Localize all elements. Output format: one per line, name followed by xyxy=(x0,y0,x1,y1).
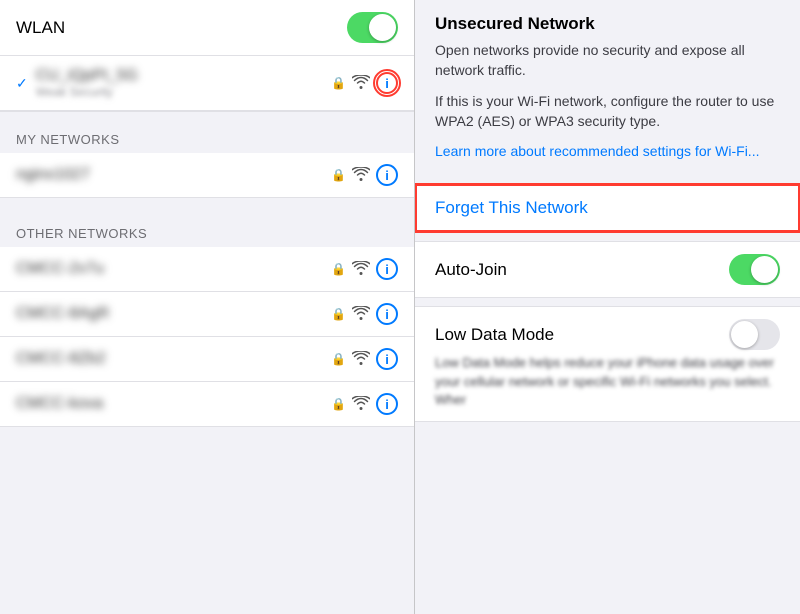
lock-icon-my-0: 🔒 xyxy=(331,168,346,182)
other-network-icons-1: 🔒 i xyxy=(331,303,398,325)
spacer-1 xyxy=(0,198,414,206)
learn-more-link[interactable]: Learn more about recommended settings fo… xyxy=(435,143,759,159)
wifi-icon-other-1 xyxy=(352,306,370,323)
other-network-name-1: CMCC-8AgR xyxy=(16,305,109,323)
other-network-name-0: CMCC-2v7u xyxy=(16,260,104,278)
info-button-other-0[interactable]: i xyxy=(376,258,398,280)
other-network-row-2[interactable]: CMCC-8Zb2 🔒 i xyxy=(0,337,414,382)
current-network-section: ✓ CU_iQpPt_5G Weak Security 🔒 i xyxy=(0,56,414,112)
current-network-row[interactable]: ✓ CU_iQpPt_5G Weak Security 🔒 i xyxy=(0,56,414,111)
other-network-row-3[interactable]: CMCC-kova 🔒 i xyxy=(0,382,414,427)
lock-icon-other-0: 🔒 xyxy=(331,262,346,276)
checkmark-icon: ✓ xyxy=(16,75,28,92)
my-network-icons-0: 🔒 i xyxy=(331,164,398,186)
wifi-icon-other-0 xyxy=(352,261,370,278)
spacer-right xyxy=(415,298,800,306)
wifi-icon xyxy=(352,75,370,92)
wlan-toggle[interactable] xyxy=(347,12,398,43)
network-description-1: Open networks provide no security and ex… xyxy=(435,40,780,81)
right-panel: Unsecured Network Open networks provide … xyxy=(415,0,800,614)
lock-icon-other-2: 🔒 xyxy=(331,352,346,366)
current-network-name: CU_iQpPt_5G xyxy=(36,67,138,85)
wlan-section: WLAN xyxy=(0,0,414,56)
my-networks-header: MY NETWORKS xyxy=(0,112,414,153)
forget-network-button[interactable]: Forget This Network xyxy=(415,184,800,232)
low-data-description: Low Data Mode helps reduce your iPhone d… xyxy=(435,354,780,409)
other-network-name-3: CMCC-kova xyxy=(16,395,103,413)
auto-join-toggle[interactable] xyxy=(729,254,780,285)
wifi-icon-other-2 xyxy=(352,351,370,368)
lock-icon: 🔒 xyxy=(331,76,346,90)
wifi-icon-other-3 xyxy=(352,396,370,413)
info-button-my-0[interactable]: i xyxy=(376,164,398,186)
lock-icon-other-1: 🔒 xyxy=(331,307,346,321)
my-network-name-0: nginx1027 xyxy=(16,166,331,184)
other-network-row-0[interactable]: CMCC-2v7u 🔒 i xyxy=(0,247,414,292)
low-data-row-top: Low Data Mode xyxy=(435,319,780,350)
info-button-current[interactable]: i xyxy=(376,72,398,94)
info-button-other-3[interactable]: i xyxy=(376,393,398,415)
other-network-icons-0: 🔒 i xyxy=(331,258,398,280)
low-data-toggle[interactable] xyxy=(729,319,780,350)
network-info-title: Unsecured Network xyxy=(435,14,780,34)
current-network-info: CU_iQpPt_5G Weak Security xyxy=(36,67,138,99)
forget-network-section: Forget This Network xyxy=(415,183,800,233)
current-network-sub: Weak Security xyxy=(36,85,138,99)
other-network-row-1[interactable]: CMCC-8AgR 🔒 i xyxy=(0,292,414,337)
wifi-icon-my-0 xyxy=(352,167,370,184)
other-network-name-2: CMCC-8Zb2 xyxy=(16,350,106,368)
info-block: Unsecured Network Open networks provide … xyxy=(415,0,800,175)
lock-icon-other-3: 🔒 xyxy=(331,397,346,411)
current-network-icons: 🔒 i xyxy=(331,72,398,94)
my-network-info-0: nginx1027 xyxy=(16,166,331,184)
auto-join-row: Auto-Join xyxy=(415,241,800,298)
other-network-icons-3: 🔒 i xyxy=(331,393,398,415)
other-networks-header: OTHER NETWORKS xyxy=(0,206,414,247)
low-data-row: Low Data Mode Low Data Mode helps reduce… xyxy=(415,306,800,422)
info-button-other-1[interactable]: i xyxy=(376,303,398,325)
auto-join-label: Auto-Join xyxy=(435,260,507,280)
my-network-row-0[interactable]: nginx1027 🔒 i xyxy=(0,153,414,198)
network-description-2: If this is your Wi-Fi network, configure… xyxy=(435,91,780,132)
low-data-label: Low Data Mode xyxy=(435,325,554,345)
left-panel: WLAN ✓ CU_iQpPt_5G Weak Security 🔒 xyxy=(0,0,415,614)
other-network-icons-2: 🔒 i xyxy=(331,348,398,370)
wlan-label: WLAN xyxy=(16,18,65,38)
info-button-other-2[interactable]: i xyxy=(376,348,398,370)
